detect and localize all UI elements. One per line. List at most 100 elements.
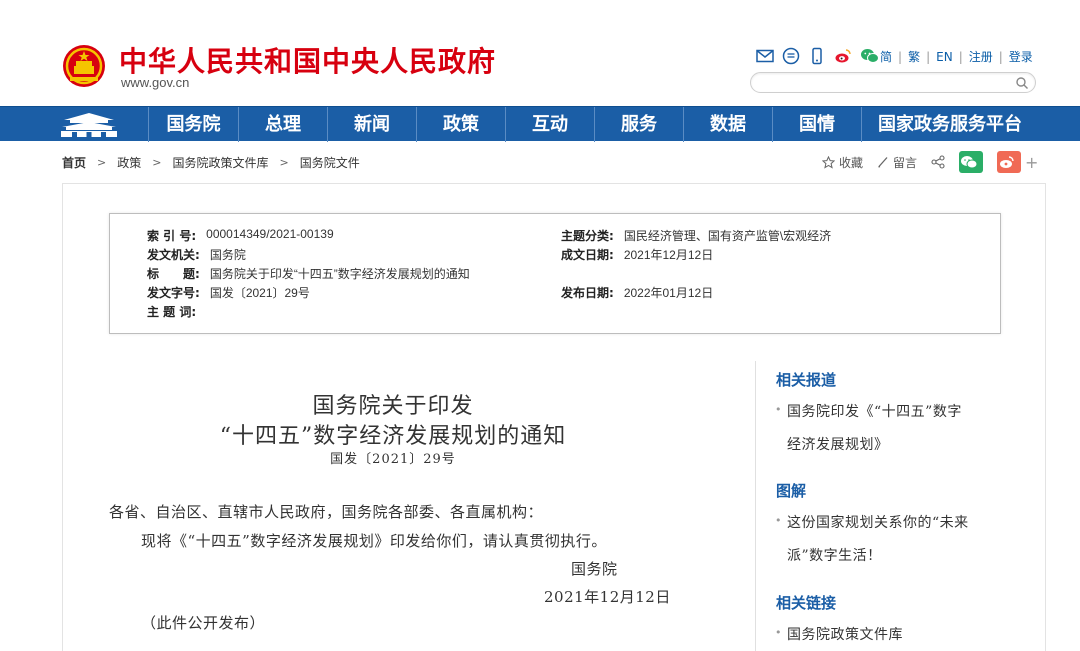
site-title[interactable]: 中华人民共和国中央人民政府 [119,40,496,80]
infographic-heading: 图解 [776,482,807,500]
chevron-right-icon: > [97,155,107,169]
english-link[interactable]: EN [936,50,953,64]
bullet-icon: • [775,403,782,416]
info-docno-value: 国发〔2021〕29号 [209,286,310,300]
info-topic-value: 国民经济管理、国有资产监管\宏观经济 [623,229,832,243]
star-icon [822,155,835,169]
info-index-label: 索 引 号: [147,229,197,243]
info-topic-row: 主题分类: 国民经济管理、国有资产监管\宏观经济 [561,227,831,244]
link-separator: | [926,49,931,64]
weibo-icon [1000,156,1014,168]
info-publish-value: 2022年01月12日 [623,286,714,300]
article-title-line-1: 国务院关于印发 [312,394,474,419]
info-issuer-label: 发文机关: [147,248,200,262]
article-body: 现将《“十四五”数字经济发展规划》印发给你们，请认真贯彻执行。 [141,532,607,550]
national-emblem-icon[interactable] [62,44,106,88]
info-topic-label: 主题分类: [561,229,614,243]
article-note: （此件公开发布） [141,614,266,632]
site-header: 中华人民共和国中央人民政府 www.gov.cn 简 | 繁 | EN | 注册… [0,0,1080,106]
weibo-share-button[interactable] [997,151,1022,173]
nav-item-policy[interactable]: 政策 [416,107,505,142]
link-separator: | [998,49,1003,64]
info-issuer-row: 发文机关: 国务院 [147,246,246,263]
traditional-chinese-link[interactable]: 繁 [908,48,920,65]
content-frame: 索 引 号: 000014349/2021-00139 主题分类: 国民经济管理… [62,183,1046,651]
simplified-chinese-link[interactable]: 简 [880,48,892,65]
favorite-button[interactable]: 收藏 [822,154,863,171]
info-title-row: 标 题: 国务院关于印发“十四五”数字经济发展规划的通知 [147,265,470,282]
info-keywords-label: 主 题 词: [147,305,197,319]
article-signer: 国务院 [571,560,618,578]
related-report-link-line-1[interactable]: 国务院印发《“十四五”数字 [787,401,962,421]
register-link[interactable]: 注册 [969,48,993,65]
nav-item-premier[interactable]: 总理 [238,107,327,142]
info-title-label: 标 题: [147,267,200,281]
share-bar: 收藏 留言 + [822,150,1038,174]
main-nav: 国务院 总理 新闻 政策 互动 服务 数据 国情 国家政务服务平台 [0,106,1080,142]
nav-item-government-services[interactable]: 国家政务服务平台 [861,107,1038,142]
info-publish-row: 发布日期: 2022年01月12日 [561,284,713,301]
comment-button[interactable]: 留言 [877,154,917,171]
search-icon[interactable] [1015,76,1029,90]
info-index-row: 索 引 号: 000014349/2021-00139 [147,227,334,244]
search-input[interactable] [761,75,1011,90]
info-index-value: 000014349/2021-00139 [206,227,334,241]
breadcrumb-state-council-docs[interactable]: 国务院文件 [300,154,360,171]
infographic-link-line-1[interactable]: 这份国家规划关系你的“未来 [787,512,969,532]
search-box [750,72,1036,93]
breadcrumb-policy-library[interactable]: 国务院政策文件库 [172,154,268,171]
tiananmen-icon[interactable] [58,110,120,139]
document-info-table: 索 引 号: 000014349/2021-00139 主题分类: 国民经济管理… [109,213,1001,334]
login-link[interactable]: 登录 [1009,48,1033,65]
nav-item-national-info[interactable]: 国情 [772,107,861,142]
breadcrumb-home[interactable]: 首页 [62,154,86,171]
link-separator: | [898,49,903,64]
nav-item-state-council[interactable]: 国务院 [148,107,238,142]
breadcrumb: 首页 > 政策 > 国务院政策文件库 > 国务院文件 [62,154,360,170]
info-keywords-row: 主 题 词: [147,303,206,320]
share-icon[interactable] [931,155,945,169]
info-publish-label: 发布日期: [561,286,614,300]
nav-item-services[interactable]: 服务 [594,107,683,142]
favorite-label: 收藏 [839,155,864,170]
pencil-icon [878,157,888,168]
mail-icon[interactable] [756,47,774,65]
info-docno-label: 发文字号: [147,286,200,300]
breadcrumb-policy[interactable]: 政策 [117,154,141,171]
article-doc-number: 国发〔2021〕29号 [330,452,456,467]
mobile-icon[interactable] [808,47,826,65]
related-link-policy-library[interactable]: 国务院政策文件库 [787,624,903,644]
weibo-icon[interactable] [834,47,852,65]
nav-item-news[interactable]: 新闻 [327,107,416,142]
info-date-value: 2021年12月12日 [623,248,714,262]
info-date-row: 成文日期: 2021年12月12日 [561,246,713,263]
comment-label: 留言 [893,155,918,170]
chevron-right-icon: > [279,155,289,169]
related-reports-heading: 相关报道 [776,371,837,389]
link-separator: | [958,49,963,64]
info-docno-row: 发文字号: 国发〔2021〕29号 [147,284,310,301]
info-title-value: 国务院关于印发“十四五”数字经济发展规划的通知 [209,267,470,281]
article-title-line-2: “十四五”数字经济发展规划的通知 [219,424,567,449]
article-addressee: 各省、自治区、直辖市人民政府，国务院各部委、各直属机构： [109,503,544,521]
top-tools [756,46,880,66]
wechat-share-button[interactable] [959,151,984,173]
nav-item-data[interactable]: 数据 [683,107,772,142]
infographic-link-line-2[interactable]: 派”数字生活！ [787,545,882,565]
top-links: 简 | 繁 | EN | 注册 | 登录 [880,48,1033,65]
more-share-button[interactable]: + [1025,153,1038,172]
bullet-icon: • [775,514,782,527]
chevron-right-icon: > [152,155,162,169]
wechat-icon[interactable] [860,47,880,65]
related-links-heading: 相关链接 [776,594,837,612]
message-icon[interactable] [782,47,800,65]
nav-items: 国务院 总理 新闻 政策 互动 服务 数据 国情 国家政务服务平台 [148,107,1038,142]
nav-item-interaction[interactable]: 互动 [505,107,594,142]
info-date-label: 成文日期: [561,248,614,262]
info-issuer-value: 国务院 [209,248,246,262]
wechat-icon [961,156,978,169]
site-url[interactable]: www.gov.cn [121,75,189,90]
sidebar-divider [755,361,756,651]
related-report-link-line-2[interactable]: 经济发展规划》 [787,434,889,454]
article-sign-date: 2021年12月12日 [544,588,671,606]
